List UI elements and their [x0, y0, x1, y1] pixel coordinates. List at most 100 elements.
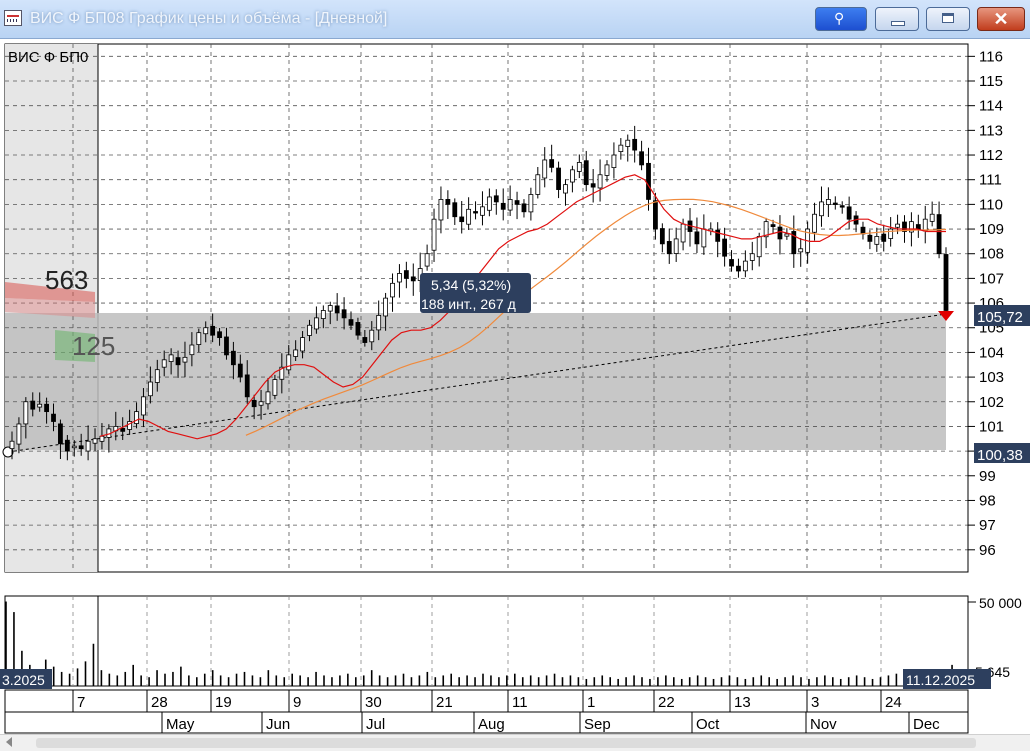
candle-body	[480, 206, 485, 216]
candle-body	[922, 218, 928, 232]
price-axis-label: 114	[979, 98, 1003, 115]
candle-body	[78, 445, 84, 450]
price-volume-chart[interactable]: 563 125 ВИС Ф БП0 5,34 (5,32%) 188 инт.,…	[0, 0, 1030, 734]
candle-body	[570, 169, 575, 183]
candle-body	[362, 337, 368, 343]
candle-body	[452, 202, 458, 218]
price-axis-label: 113	[979, 122, 1003, 139]
price-axis-label: 96	[979, 542, 996, 559]
candle-body	[58, 423, 63, 445]
volume-profile-upper-label: 563	[45, 265, 88, 295]
candle-body	[410, 276, 416, 282]
horizontal-scrollbar[interactable]	[0, 734, 1030, 751]
candle-body	[307, 324, 312, 336]
candle-body	[936, 214, 942, 255]
candle-body	[258, 401, 264, 406]
date-axis-label: 11	[512, 694, 528, 711]
candle-body	[625, 139, 631, 147]
candle-body	[237, 363, 243, 378]
candle-body	[369, 329, 375, 343]
candle-body	[729, 259, 734, 267]
price-axis-label: 107	[979, 270, 1004, 287]
volume-panel[interactable]	[4, 595, 969, 687]
candle-body	[85, 440, 91, 452]
candle-body	[431, 218, 437, 251]
candle-body	[639, 151, 644, 166]
candle-body	[736, 265, 741, 272]
candle-body	[30, 400, 36, 410]
date-axis-label: 13	[734, 694, 751, 711]
candle-body	[756, 236, 762, 258]
candle-body	[874, 236, 880, 245]
candle-body	[64, 439, 70, 452]
measure-tooltip: 5,34 (5,32%) 188 инт., 267 д	[420, 273, 531, 313]
candle-body	[71, 445, 77, 449]
date-axis-label: 28	[151, 694, 168, 711]
candle-body	[694, 231, 700, 245]
candle-body	[701, 228, 707, 248]
month-axis-label: Dec	[913, 716, 940, 733]
candle-body	[846, 206, 852, 220]
candle-body	[576, 162, 582, 172]
candle-body	[314, 317, 319, 330]
candle-body	[666, 241, 672, 255]
candle-body	[915, 224, 921, 230]
month-axis-label: Sep	[584, 716, 611, 733]
candle-body	[210, 325, 216, 336]
candle-body	[473, 211, 478, 214]
candle-body	[528, 194, 534, 213]
candle-body	[881, 233, 887, 242]
candle-body	[895, 223, 900, 228]
candle-body	[265, 391, 271, 405]
candle-body	[189, 344, 195, 356]
candle-body	[812, 213, 817, 233]
candle-body	[182, 356, 188, 363]
price-axis-label: 112	[979, 147, 1003, 164]
candle-body	[590, 183, 596, 188]
candle-body	[493, 195, 499, 203]
price-axis-label: 102	[979, 394, 1004, 411]
candle-body	[929, 213, 935, 222]
candle-body	[175, 357, 181, 366]
end-date-value: 11.12.2025	[906, 672, 975, 688]
candle-body	[563, 184, 568, 194]
candle-body	[777, 226, 783, 240]
date-axis-label: 3	[811, 694, 819, 711]
volume-profile-lower-label: 125	[72, 331, 115, 361]
candle-body	[556, 167, 561, 190]
last-price-tag: 105,72	[974, 305, 1030, 326]
candle-body	[120, 427, 126, 432]
candle-body	[542, 159, 548, 179]
candle-body	[244, 374, 250, 398]
price-axis-label: 115	[979, 73, 1003, 90]
candle-body	[583, 160, 589, 186]
last-price-value: 105,72	[977, 309, 1023, 326]
candle-body	[390, 282, 395, 298]
candle-body	[514, 200, 520, 205]
candle-body	[459, 216, 465, 223]
scrollbar-thumb[interactable]	[36, 738, 976, 748]
price-axis-label: 109	[979, 221, 1004, 238]
lower-level-tag: 100,38	[974, 443, 1030, 464]
candle-body	[521, 203, 527, 213]
candle-body	[397, 273, 402, 283]
date-axis-label: 21	[436, 694, 453, 711]
price-axis-label: 101	[979, 418, 1004, 435]
candle-body	[348, 319, 354, 326]
candle-body	[44, 403, 49, 413]
date-axis-label: 22	[658, 694, 675, 711]
candle-body	[888, 228, 894, 239]
candle-body	[168, 354, 174, 362]
candle-body	[659, 228, 665, 245]
candle-body	[230, 350, 236, 366]
candle-body	[549, 159, 555, 168]
candle-body	[196, 332, 202, 346]
price-axis-label: 108	[979, 246, 1004, 263]
candle-body	[535, 174, 541, 195]
scroll-left-icon[interactable]	[6, 737, 12, 747]
month-axis-label: Aug	[478, 716, 505, 733]
candle-body	[722, 238, 728, 257]
candle-body	[37, 403, 43, 408]
candle-body	[507, 199, 513, 211]
price-axis-label: 110	[979, 196, 1003, 213]
